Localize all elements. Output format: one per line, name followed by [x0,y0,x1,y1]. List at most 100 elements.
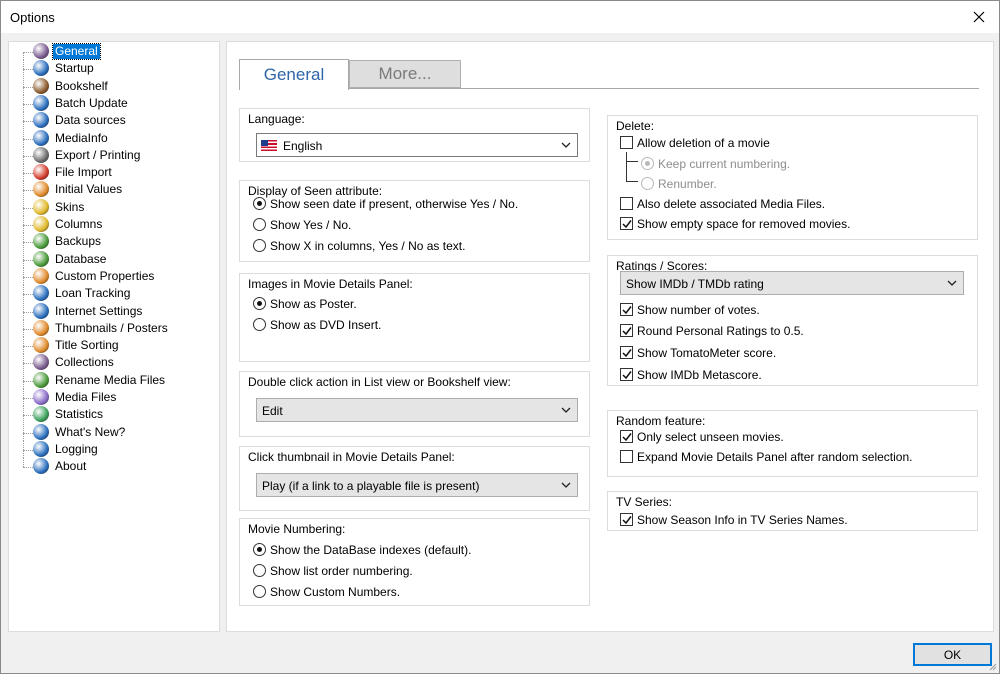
tree-item[interactable]: Batch Update [9,94,219,112]
tree-item[interactable]: Data sources [9,112,219,130]
tree-item-label: Collections [55,355,114,370]
radio-button[interactable] [253,197,266,210]
tree-item[interactable]: Statistics [9,406,219,424]
tree-item[interactable]: What's New? [9,423,219,441]
tree-item[interactable]: Internet Settings [9,302,219,320]
resize-grip-icon[interactable] [987,661,997,671]
tree-item[interactable]: Bookshelf [9,77,219,95]
backups-icon [33,233,49,250]
tree-item[interactable]: Custom Properties [9,267,219,285]
tree-line [23,155,33,157]
unseen-only-label: Only select unseen movies. [637,430,784,444]
numbering-option-custom-label: Show Custom Numbers. [270,585,401,599]
radio-button[interactable] [641,157,654,170]
tree-line [23,294,33,296]
tree-item-label: Custom Properties [55,268,155,283]
double-click-dropdown[interactable]: Edit [256,398,578,422]
tree-item[interactable]: General [9,43,219,60]
tree-line [23,52,24,60]
tree-item[interactable]: Export / Printing [9,146,219,164]
seen-group-title: Display of Seen attribute: [248,184,383,198]
checkbox[interactable] [620,303,633,316]
rename-media-files-icon [33,371,49,388]
tree-item[interactable]: Media Files [9,389,219,406]
seen-attribute-group: Display of Seen attribute: Show seen dat… [239,180,590,262]
tree-item-label: Rename Media Files [55,372,166,387]
startup-icon [33,60,49,77]
us-flag-icon [261,140,277,151]
checkbox[interactable] [620,513,633,526]
tree-item[interactable]: Collections [9,354,219,372]
checkmark-icon [622,327,632,336]
tree-item[interactable]: Database [9,250,219,268]
tree-item-label: Internet Settings [55,303,143,318]
tree-item[interactable]: MediaInfo [9,129,219,147]
tree-item[interactable]: Skins [9,198,219,216]
radio-button[interactable] [253,239,266,252]
checkbox[interactable] [620,368,633,381]
checkbox[interactable] [620,217,633,230]
tv-group-title: TV Series: [616,495,673,509]
season-info-label: Show Season Info in TV Series Names. [637,513,848,527]
numbering-group-title: Movie Numbering: [248,522,346,536]
chevron-down-icon [561,482,571,488]
options-tree[interactable]: General Startup Bookshelf Batch Update Data … [8,41,220,632]
random-group-title: Random feature: [616,414,706,428]
tree-item[interactable]: Loan Tracking [9,285,219,303]
checkbox[interactable] [620,136,633,149]
radio-button[interactable] [253,585,266,598]
tree-line [23,276,33,278]
renumber-label: Renumber. [658,177,717,191]
tree-line [23,121,33,123]
ratings-dropdown[interactable]: Show IMDb / TMDb rating [620,271,964,295]
tab-more[interactable]: More... [349,60,461,88]
tree-line [23,311,33,313]
tree-line [23,190,33,192]
language-dropdown[interactable]: English [256,133,578,157]
tree-item[interactable]: Thumbnails / Posters [9,319,219,337]
tree-item[interactable]: Initial Values [9,181,219,199]
radio-button[interactable] [253,543,266,556]
tree-line [23,380,33,382]
metascore-label: Show IMDb Metascore. [637,368,762,382]
tree-item[interactable]: Title Sorting [9,337,219,355]
tree-item[interactable]: File Import [9,164,219,182]
tree-item[interactable]: Columns [9,216,219,233]
tree-line [23,207,33,209]
radio-button[interactable] [253,297,266,310]
thumbnail-click-dropdown[interactable]: Play (if a link to a playable file is pr… [256,473,578,497]
window-title: Options [10,10,55,25]
checkbox[interactable] [620,430,633,443]
seen-option-yesno-label: Show Yes / No. [270,218,352,232]
radio-button[interactable] [253,218,266,231]
thumbnail-click-group-title: Click thumbnail in Movie Details Panel: [248,450,455,464]
radio-button[interactable] [253,318,266,331]
tree-item[interactable]: Backups [9,233,219,251]
checkmark-icon [622,371,632,380]
checkbox[interactable] [620,324,633,337]
tree-line [23,432,33,434]
main-panel: General More... Language: English Displa… [226,41,994,632]
about-icon [33,458,49,475]
radio-button[interactable] [253,564,266,577]
double-click-value: Edit [262,404,283,418]
ok-button[interactable]: OK [913,643,992,666]
data-sources-icon [33,112,49,129]
checkbox[interactable] [620,450,633,463]
checkbox[interactable] [620,197,633,210]
tree-line [23,225,33,226]
skins-icon [33,198,49,215]
tree-item[interactable]: Startup [9,60,219,78]
images-group: Images in Movie Details Panel: Show as P… [239,273,590,362]
round-ratings-label: Round Personal Ratings to 0.5. [637,324,804,338]
checkbox[interactable] [620,346,633,359]
tab-general[interactable]: General [239,59,349,90]
radio-button[interactable] [641,177,654,190]
tree-item[interactable]: Logging [9,440,219,458]
database-icon [33,250,49,267]
close-button[interactable] [965,5,993,29]
tree-item[interactable]: About [9,458,219,475]
tree-item[interactable]: Rename Media Files [9,371,219,389]
tree-item-label: MediaInfo [55,130,108,145]
initial-values-icon [33,181,49,198]
